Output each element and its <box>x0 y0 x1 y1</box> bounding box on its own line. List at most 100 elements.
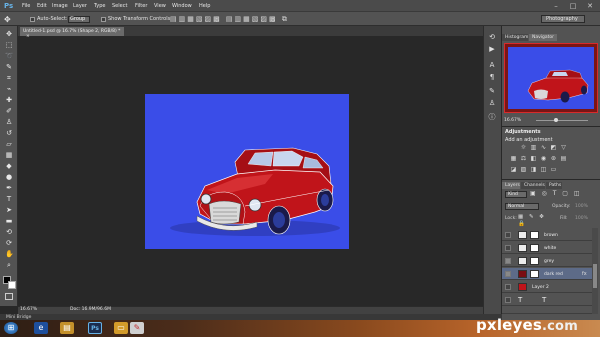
healing-brush-tool-icon[interactable]: ✚ <box>5 96 13 104</box>
paint-icon[interactable]: ✎ <box>130 322 144 334</box>
gradient-map-icon[interactable]: ▭ <box>550 166 557 173</box>
fill-value[interactable]: 100% <box>575 216 588 221</box>
tab-layers[interactable]: Layers <box>502 182 520 189</box>
tab-navigator[interactable]: Navigator <box>529 34 557 41</box>
color-lookup-icon[interactable]: ▤ <box>560 155 567 162</box>
layer-row[interactable]: Layer 2 <box>502 281 592 293</box>
document-canvas[interactable] <box>145 94 349 249</box>
layer-row[interactable]: grey <box>502 255 592 267</box>
document-tab[interactable]: Untitled-1.psd @ 16.7% (Shape 2, RGB/8) … <box>20 27 124 39</box>
layer-row-selected[interactable]: dark red fx <box>502 268 592 280</box>
blur-tool-icon[interactable]: ◆ <box>5 162 13 170</box>
close-tab-icon[interactable]: × <box>26 34 30 39</box>
clone-stamp-tool-icon[interactable]: ♙ <box>5 118 13 126</box>
threshold-icon[interactable]: ◨ <box>530 166 537 173</box>
minimize-button[interactable]: – <box>548 1 564 11</box>
layer-row[interactable]: white <box>502 242 592 254</box>
channel-mixer-icon[interactable]: ⊛ <box>550 155 557 162</box>
tab-paths[interactable]: Paths <box>546 182 562 189</box>
navigator-zoom-slider[interactable] <box>536 120 588 121</box>
visibility-toggle[interactable] <box>505 232 511 238</box>
eraser-tool-icon[interactable]: ▱ <box>5 140 13 148</box>
menu-filter[interactable]: Filter <box>135 3 147 9</box>
3d-rotate-tool-icon[interactable]: ⟲ <box>5 228 13 236</box>
lasso-tool-icon[interactable]: ➰ <box>5 52 14 60</box>
menu-image[interactable]: Image <box>52 3 68 9</box>
pen-tool-icon[interactable]: ✒ <box>5 184 13 192</box>
doc-size-readout[interactable]: Doc: 16.9M/96.6M <box>70 307 111 312</box>
menu-select[interactable]: Select <box>112 3 127 9</box>
brush-tool-icon[interactable]: ✐ <box>5 107 13 115</box>
zoom-tool-icon[interactable]: ⌕ <box>5 261 13 269</box>
type-tool-icon[interactable]: T <box>5 195 13 203</box>
align-distribute-icons[interactable]: ▤▥▦▧▨▩ ▤▥▦▧▨▩ ⧉ <box>170 15 470 24</box>
color-balance-icon[interactable]: ⚖ <box>520 155 527 162</box>
navigator-zoom-handle[interactable] <box>554 118 558 122</box>
quick-mask-icon[interactable] <box>5 293 13 300</box>
paragraph-panel-icon[interactable]: ¶ <box>487 72 497 82</box>
visibility-toggle[interactable] <box>505 284 511 290</box>
visibility-eye-icon[interactable] <box>505 258 511 264</box>
clone-source-icon[interactable]: ♙ <box>487 98 497 108</box>
zoom-readout[interactable]: 16.67% <box>20 307 37 312</box>
maximize-button[interactable]: □ <box>565 1 581 11</box>
character-panel-icon[interactable]: A <box>487 60 497 70</box>
visibility-eye-icon[interactable] <box>505 271 511 277</box>
layers-scrollbar-thumb[interactable] <box>593 264 597 288</box>
hue-saturation-icon[interactable]: ▦ <box>510 155 517 162</box>
path-selection-tool-icon[interactable]: ➤ <box>5 206 13 214</box>
menu-type[interactable]: Type <box>94 3 105 9</box>
gradient-tool-icon[interactable]: ▦ <box>5 151 13 159</box>
photo-filter-icon[interactable]: ◉ <box>540 155 547 162</box>
menu-view[interactable]: View <box>154 3 166 9</box>
menu-layer[interactable]: Layer <box>73 3 87 9</box>
auto-select-checkbox[interactable] <box>30 17 35 22</box>
menu-file[interactable]: File <box>22 3 30 9</box>
exposure-icon[interactable]: ◩ <box>550 144 557 151</box>
selective-color-icon[interactable]: ◫ <box>540 166 547 173</box>
3d-camera-tool-icon[interactable]: ⟳ <box>5 239 13 247</box>
eyedropper-tool-icon[interactable]: ⌁ <box>5 85 13 93</box>
tab-histogram[interactable]: Histogram <box>502 34 528 41</box>
shape-tool-icon[interactable]: ▬ <box>5 217 13 225</box>
actions-panel-icon[interactable]: ▶ <box>487 44 497 54</box>
layer-effects-icon[interactable]: fx <box>582 271 587 277</box>
crop-tool-icon[interactable]: ⌗ <box>5 74 13 82</box>
tab-channels[interactable]: Channels <box>521 182 545 189</box>
visibility-toggle[interactable] <box>505 245 511 251</box>
layer-filter-icons[interactable]: ▣ ◎ T ▢ ◫ <box>530 190 590 198</box>
levels-icon[interactable]: ▥ <box>530 144 537 151</box>
move-tool-icon[interactable]: ✥ <box>4 15 16 24</box>
curves-icon[interactable]: ∿ <box>540 144 547 151</box>
navigator-preview-frame[interactable] <box>504 43 598 113</box>
close-button[interactable]: ✕ <box>582 1 598 11</box>
marquee-tool-icon[interactable]: ⬚ <box>5 41 13 49</box>
layer-row[interactable] <box>502 307 592 314</box>
show-transform-checkbox[interactable] <box>101 17 106 22</box>
background-color-swatch[interactable] <box>8 281 16 289</box>
invert-icon[interactable]: ◪ <box>510 166 517 173</box>
internet-explorer-icon[interactable]: e <box>34 322 48 334</box>
layer-row[interactable]: T T <box>502 294 592 306</box>
opacity-value[interactable]: 100% <box>575 204 588 209</box>
black-white-icon[interactable]: ◧ <box>530 155 537 162</box>
navigator-zoom-value[interactable]: 16.67% <box>504 118 521 123</box>
brush-presets-icon[interactable]: ✎ <box>487 86 497 96</box>
move-tool-icon[interactable]: ✥ <box>5 30 13 38</box>
posterize-icon[interactable]: ▨ <box>520 166 527 173</box>
visibility-toggle[interactable] <box>505 297 511 303</box>
hand-tool-icon[interactable]: ✋ <box>5 250 14 258</box>
menu-window[interactable]: Window <box>172 3 192 9</box>
info-panel-icon[interactable]: ⓘ <box>487 112 497 122</box>
history-panel-icon[interactable]: ⟲ <box>487 32 497 42</box>
windows-start-icon[interactable]: ⊞ <box>4 322 18 334</box>
menu-help[interactable]: Help <box>199 3 210 9</box>
file-explorer-icon[interactable]: ▤ <box>60 322 74 334</box>
dodge-tool-icon[interactable]: ● <box>5 173 13 181</box>
layer-row[interactable]: brown <box>502 229 592 241</box>
menu-edit[interactable]: Edit <box>37 3 47 9</box>
photoshop-icon[interactable]: Ps <box>88 322 102 334</box>
lock-icons[interactable]: ▦ ✎ ✥ 🔒 <box>518 214 554 227</box>
quick-select-tool-icon[interactable]: ✎ <box>5 63 13 71</box>
folder-icon[interactable]: ▭ <box>114 322 128 334</box>
